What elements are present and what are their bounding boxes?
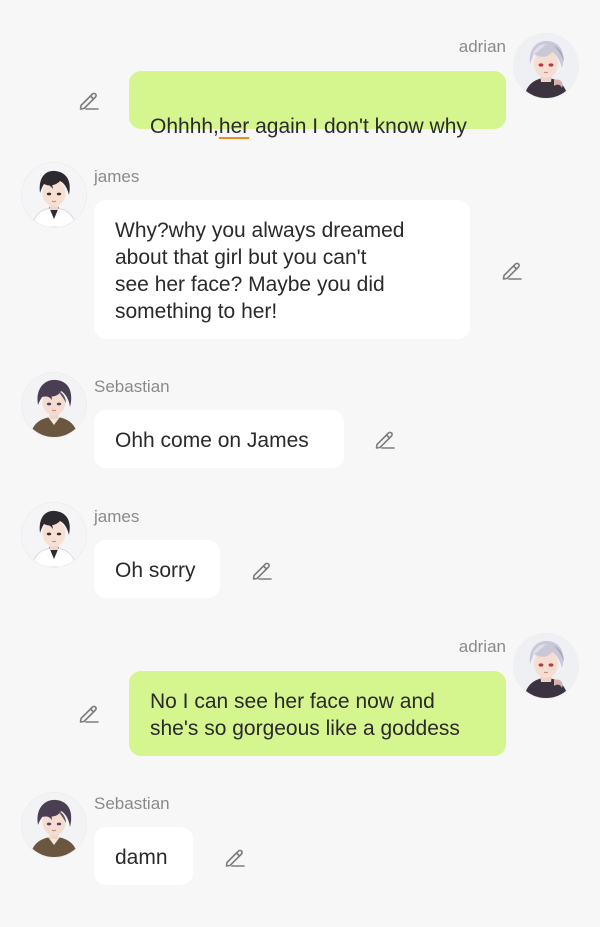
sender-name: james: [94, 167, 140, 186]
spellcheck-flagged-word[interactable]: her: [219, 115, 249, 138]
edit-pencil-icon[interactable]: [500, 258, 524, 282]
sender-name: adrian: [458, 37, 506, 56]
character-avatar-sebastian-icon[interactable]: [22, 373, 86, 437]
edit-pencil-icon[interactable]: [223, 845, 247, 869]
character-avatar-adrian-icon[interactable]: [514, 34, 578, 98]
message-bubble[interactable]: Ohh come on James: [94, 410, 344, 468]
sender-name: adrian: [458, 637, 506, 656]
edit-pencil-icon[interactable]: [77, 701, 101, 725]
chat-message-incoming: Sebastian Ohh come on James: [0, 370, 600, 480]
character-avatar-james-icon[interactable]: [22, 503, 86, 567]
edit-pencil-icon[interactable]: [250, 558, 274, 582]
message-bubble[interactable]: damn: [94, 827, 193, 885]
character-avatar-james-icon[interactable]: [22, 163, 86, 227]
character-avatar-sebastian-icon[interactable]: [22, 793, 86, 857]
message-bubble[interactable]: No I can see her face now and she's so g…: [129, 671, 506, 756]
message-text: Ohhhh,: [150, 115, 219, 138]
sender-name: Sebastian: [94, 794, 170, 813]
message-bubble[interactable]: Ohhhh,her again I don't know why: [129, 71, 506, 138]
chat-message-outgoing: adrian No I can see her face now and she…: [0, 620, 600, 765]
character-avatar-adrian-icon[interactable]: [514, 634, 578, 698]
message-bubble[interactable]: Oh sorry: [94, 540, 220, 598]
sender-name: Sebastian: [94, 377, 170, 396]
chat-message-incoming: james Why?why you always dreamed about t…: [0, 140, 600, 350]
edit-pencil-icon[interactable]: [373, 427, 397, 451]
chat-message-incoming: Sebastian damn: [0, 785, 600, 905]
sender-name: james: [94, 507, 140, 526]
message-text: again I don't know why: [249, 115, 467, 138]
chat-message-incoming: james Oh sorry: [0, 500, 600, 610]
chat-message-outgoing: adrian Ohhhh,her again I don't know why: [0, 0, 600, 140]
message-bubble[interactable]: Why?why you always dreamed about that gi…: [94, 200, 470, 339]
edit-pencil-icon[interactable]: [77, 88, 101, 112]
